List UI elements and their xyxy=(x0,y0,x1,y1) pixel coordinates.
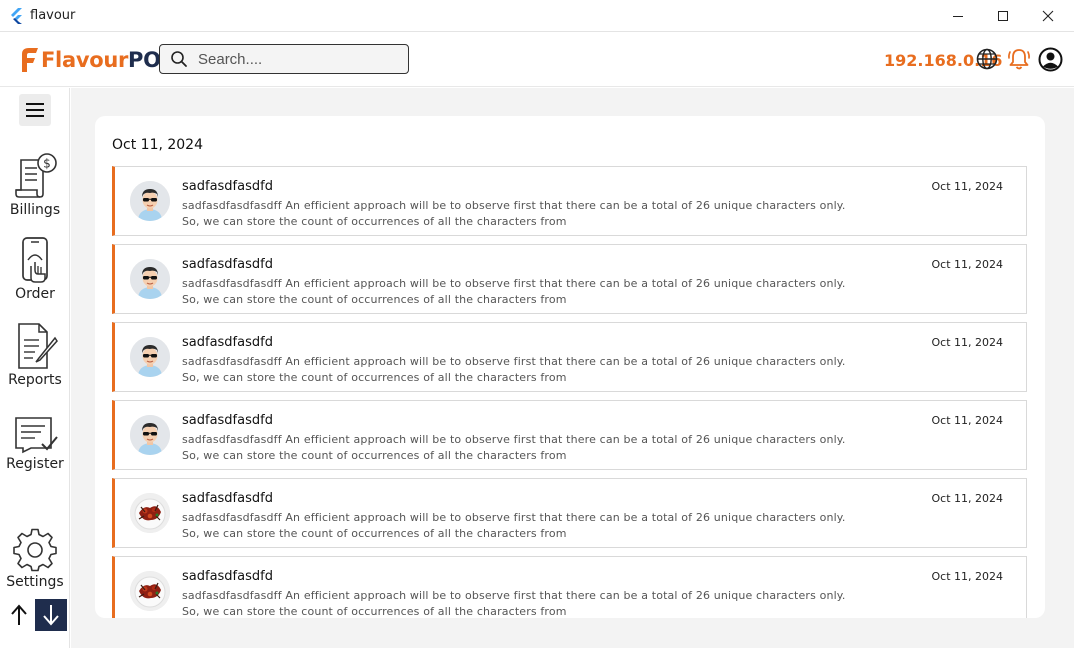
search-box[interactable] xyxy=(159,44,409,74)
notification-body-line-1: sadfasdfasdfasdff An efficient approach … xyxy=(182,511,846,524)
close-button[interactable] xyxy=(1025,0,1071,32)
sidebar-item-register[interactable]: Register xyxy=(0,414,70,472)
notification-date: Oct 11, 2024 xyxy=(931,570,1004,583)
notification-title: sadfasdfasdfd xyxy=(182,491,273,506)
notification-body-line-1: sadfasdfasdfasdff An efficient approach … xyxy=(182,199,846,212)
avatar-image xyxy=(130,571,170,611)
menu-button[interactable] xyxy=(19,94,51,126)
notification-body-line-2: So, we can store the count of occurrence… xyxy=(182,293,567,306)
notification-title: sadfasdfasdfd xyxy=(182,257,273,272)
notification-body: sadfasdfasdfasdff An efficient approach … xyxy=(182,510,882,542)
sidebar-item-reports[interactable]: Reports xyxy=(0,322,70,388)
notification-body-line-1: sadfasdfasdfasdff An efficient approach … xyxy=(182,355,846,368)
man-sunglasses-avatar xyxy=(130,415,170,455)
notification-body: sadfasdfasdfasdff An efficient approach … xyxy=(182,354,882,386)
search-icon xyxy=(171,51,187,67)
notification-body-line-2: So, we can store the count of occurrence… xyxy=(182,527,567,540)
notification-date: Oct 11, 2024 xyxy=(931,180,1004,193)
notification-item[interactable]: sadfasdfasdfd sadfasdfasdfasdff An effic… xyxy=(112,478,1027,548)
logo-text-flavour: Flavour xyxy=(41,48,129,72)
notification-date: Oct 11, 2024 xyxy=(931,258,1004,271)
minimize-button[interactable] xyxy=(935,0,981,32)
sidebar-item-settings[interactable]: Settings xyxy=(0,528,70,590)
hamburger-icon xyxy=(26,103,44,117)
mobile-order-icon xyxy=(22,237,48,283)
notification-title: sadfasdfasdfd xyxy=(182,335,273,350)
notification-body-line-2: So, we can store the count of occurrence… xyxy=(182,605,567,618)
notification-body: sadfasdfasdfasdff An efficient approach … xyxy=(182,432,882,464)
maximize-button[interactable] xyxy=(980,0,1026,32)
notification-date: Oct 11, 2024 xyxy=(931,336,1004,349)
notification-item[interactable]: sadfasdfasdfd sadfasdfasdfasdff An effic… xyxy=(112,244,1027,314)
avatar-image xyxy=(130,337,170,377)
sidebar-item-billings[interactable]: $ Billings xyxy=(0,152,70,218)
close-icon xyxy=(1042,10,1054,22)
man-sunglasses-avatar xyxy=(130,181,170,221)
notification-item[interactable]: sadfasdfasdfd sadfasdfasdfasdff An effic… xyxy=(112,166,1027,236)
window-title: flavour xyxy=(30,8,76,23)
sidebar-item-label: Order xyxy=(15,286,55,302)
notification-body: sadfasdfasdfasdff An efficient approach … xyxy=(182,588,882,618)
avatar-image xyxy=(130,181,170,221)
globe-icon[interactable] xyxy=(976,48,998,70)
notification-item[interactable]: sadfasdfasdfd sadfasdfasdfasdff An effic… xyxy=(112,400,1027,470)
avatar-image xyxy=(130,415,170,455)
window-titlebar: flavour xyxy=(0,0,1074,32)
flutter-icon xyxy=(11,8,22,24)
notification-body: sadfasdfasdfasdff An efficient approach … xyxy=(182,198,882,230)
notification-body-line-1: sadfasdfasdfasdff An efficient approach … xyxy=(182,589,846,602)
flavourpos-logo[interactable]: FlavourPOS xyxy=(18,45,176,75)
avatar-image xyxy=(130,493,170,533)
notification-body-line-2: So, we can store the count of occurrence… xyxy=(182,371,567,384)
bell-icon[interactable] xyxy=(1006,46,1032,72)
register-check-icon xyxy=(15,417,58,454)
account-circle-icon[interactable] xyxy=(1038,47,1063,72)
scroll-up-button[interactable] xyxy=(6,600,32,630)
notification-body-line-1: sadfasdfasdfasdff An efficient approach … xyxy=(182,277,846,290)
man-sunglasses-avatar xyxy=(130,259,170,299)
notifications-panel: Oct 11, 2024 sadfasdfasdfd sadfasdfasdfa… xyxy=(95,116,1045,618)
main-content: Oct 11, 2024 sadfasdfasdfd sadfasdfasdfa… xyxy=(71,88,1074,648)
notification-date: Oct 11, 2024 xyxy=(931,414,1004,427)
notification-group-date: Oct 11, 2024 xyxy=(112,137,203,153)
scroll-down-button[interactable] xyxy=(35,599,67,631)
food-dish-avatar xyxy=(130,493,170,533)
notification-title: sadfasdfasdfd xyxy=(182,413,273,428)
notification-body-line-2: So, we can store the count of occurrence… xyxy=(182,215,567,228)
sidebar-item-label: Reports xyxy=(8,372,62,388)
notification-title: sadfasdfasdfd xyxy=(182,569,273,584)
arrow-up-icon xyxy=(11,604,27,625)
report-edit-icon xyxy=(18,323,58,369)
maximize-icon xyxy=(998,11,1008,21)
billing-receipt-icon: $ xyxy=(15,153,57,198)
notification-item[interactable]: sadfasdfasdfd sadfasdfasdfasdff An effic… xyxy=(112,322,1027,392)
app-header: FlavourPOS 192.168.0.16 xyxy=(0,33,1074,87)
notification-body-line-1: sadfasdfasdfasdff An efficient approach … xyxy=(182,433,846,446)
notification-list: sadfasdfasdfd sadfasdfasdfasdff An effic… xyxy=(112,166,1027,618)
notification-title: sadfasdfasdfd xyxy=(182,179,273,194)
notification-body: sadfasdfasdfasdff An efficient approach … xyxy=(182,276,882,308)
logo-f-icon xyxy=(22,48,38,72)
arrow-down-icon xyxy=(43,605,59,626)
man-sunglasses-avatar xyxy=(130,337,170,377)
search-input[interactable] xyxy=(198,50,398,68)
notification-item[interactable]: sadfasdfasdfd sadfasdfasdfasdff An effic… xyxy=(112,556,1027,618)
minimize-icon xyxy=(953,16,963,17)
sidebar-item-label: Register xyxy=(6,456,64,472)
avatar-image xyxy=(130,259,170,299)
sidebar: $ Billings Order Reports Register Settin… xyxy=(0,88,70,648)
sidebar-item-label: Billings xyxy=(9,202,61,218)
sidebar-item-label: Settings xyxy=(6,574,64,590)
gear-icon xyxy=(13,528,57,572)
notification-date: Oct 11, 2024 xyxy=(931,492,1004,505)
svg-text:$: $ xyxy=(43,157,51,171)
notification-body-line-2: So, we can store the count of occurrence… xyxy=(182,449,567,462)
sidebar-item-order[interactable]: Order xyxy=(0,236,70,302)
food-dish-avatar xyxy=(130,571,170,611)
